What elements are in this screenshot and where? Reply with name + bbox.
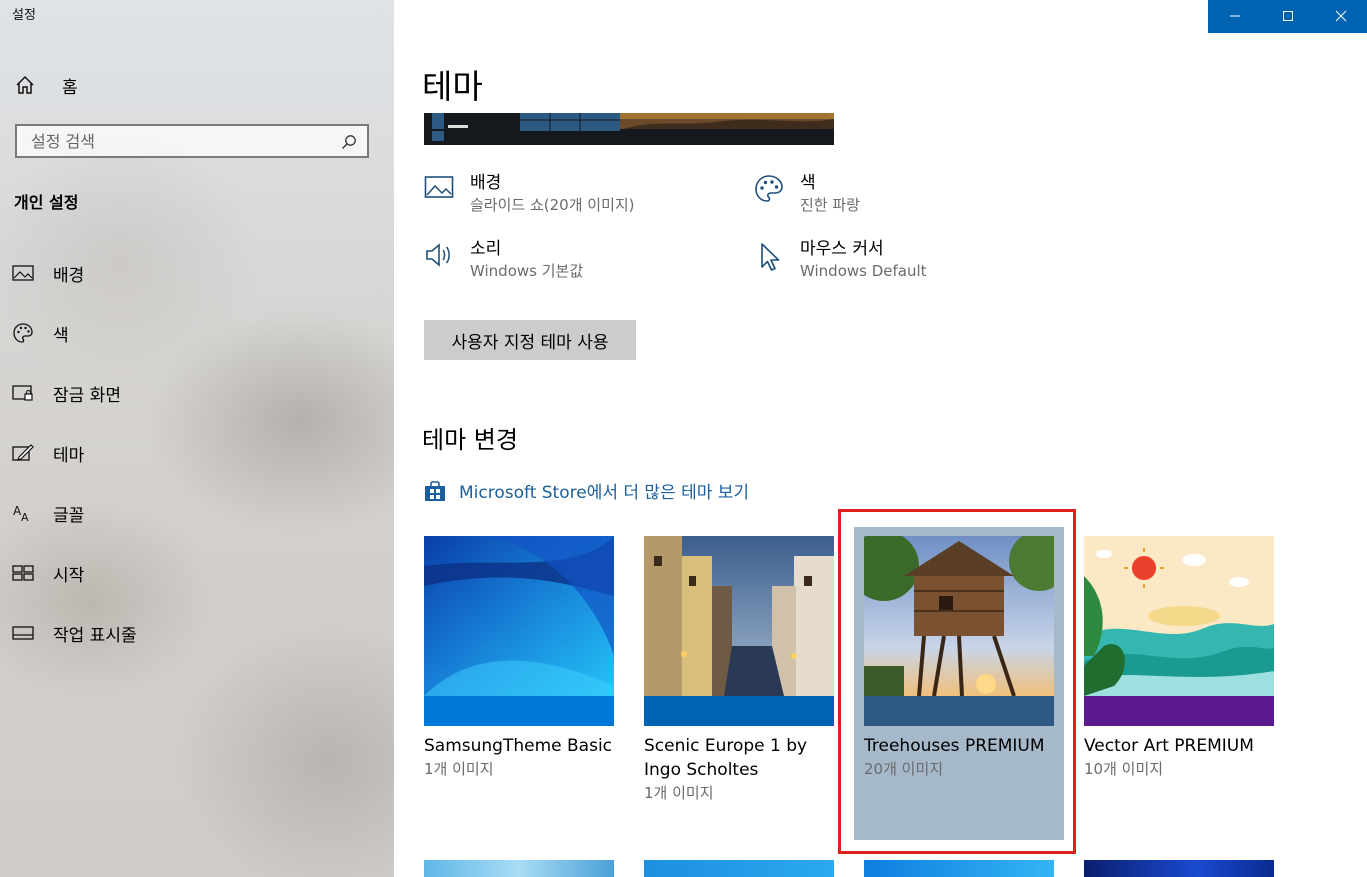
- theme-image-count: 1개 이미지: [644, 784, 714, 802]
- store-icon: [424, 480, 446, 502]
- theme-thumbnail: [424, 536, 614, 726]
- speaker-icon: [424, 240, 454, 270]
- theme-preview: [424, 113, 834, 145]
- sidebar-item-start[interactable]: 시작: [12, 557, 84, 589]
- use-custom-theme-button[interactable]: 사용자 지정 테마 사용: [424, 320, 636, 360]
- theme-thumbnail[interactable]: [424, 860, 614, 877]
- image-icon: [12, 262, 34, 284]
- sound-setting[interactable]: 소리 Windows 기본값: [424, 238, 583, 282]
- section-title: 개인 설정: [14, 193, 79, 212]
- sidebar: 설정 홈 개인 설정 배경 색 잠금 화면 테마: [0, 0, 394, 877]
- theme-image-count: 1개 이미지: [424, 760, 494, 778]
- sidebar-item-label: 시작: [53, 565, 85, 586]
- search-input[interactable]: [17, 126, 331, 156]
- theme-image-count: 10개 이미지: [1084, 760, 1164, 778]
- home-icon: [14, 74, 36, 96]
- change-theme-heading: 테마 변경: [422, 426, 518, 454]
- sidebar-item-font[interactable]: AA 글꼴: [12, 497, 84, 529]
- theme-thumbnail[interactable]: [1084, 860, 1274, 877]
- taskbar-icon: [12, 622, 34, 644]
- sidebar-item-label: 글꼴: [53, 505, 85, 526]
- cursor-setting-title: 마우스 커서: [800, 239, 884, 259]
- background-setting[interactable]: 배경 슬라이드 쇼(20개 이미지): [424, 172, 635, 216]
- theme-card-scenic-europe[interactable]: Scenic Europe 1 by Ingo Scholtes 1개 이미지: [644, 536, 834, 804]
- theme-thumbnail: [1084, 536, 1274, 726]
- font-icon: AA: [12, 502, 34, 524]
- color-setting-value: 진한 파랑: [800, 196, 860, 214]
- window-controls: [1208, 0, 1367, 33]
- palette-icon: [12, 322, 34, 344]
- minimize-button[interactable]: [1208, 0, 1261, 33]
- theme-thumbnail: [644, 536, 834, 726]
- sidebar-item-lock-screen[interactable]: 잠금 화면: [12, 377, 121, 409]
- sidebar-item-label: 잠금 화면: [53, 385, 121, 406]
- sidebar-item-label: 홈: [62, 77, 78, 98]
- minimize-icon: [1229, 7, 1241, 26]
- sidebar-item-label: 테마: [53, 445, 85, 466]
- store-link-label: Microsoft Store에서 더 많은 테마 보기: [459, 483, 750, 503]
- search-box[interactable]: [15, 124, 369, 158]
- color-setting-title: 색: [800, 173, 816, 193]
- maximize-icon: [1282, 7, 1294, 26]
- store-link[interactable]: Microsoft Store에서 더 많은 테마 보기: [424, 478, 749, 503]
- sidebar-item-taskbar[interactable]: 작업 표시줄: [12, 617, 137, 649]
- cursor-setting[interactable]: 마우스 커서 Windows Default: [754, 238, 927, 282]
- sidebar-item-background[interactable]: 배경: [12, 257, 84, 289]
- sidebar-item-theme[interactable]: 테마: [12, 437, 84, 469]
- theme-card-vector-art[interactable]: Vector Art PREMIUM 10개 이미지: [1084, 536, 1274, 780]
- app-title: 설정: [12, 8, 36, 23]
- theme-thumbnail[interactable]: [644, 860, 834, 877]
- color-setting[interactable]: 색 진한 파랑: [754, 172, 860, 216]
- cursor-icon: [754, 240, 784, 271]
- sidebar-item-label: 색: [53, 325, 69, 346]
- selection-highlight: [838, 509, 1076, 854]
- sound-setting-title: 소리: [470, 239, 502, 259]
- close-button[interactable]: [1314, 0, 1367, 33]
- theme-icon: [12, 442, 34, 464]
- palette-icon: [754, 174, 784, 204]
- background-setting-title: 배경: [470, 173, 502, 193]
- theme-name: Scenic Europe 1 by Ingo Scholtes: [644, 736, 808, 780]
- maximize-button[interactable]: [1261, 0, 1314, 33]
- sidebar-item-label: 작업 표시줄: [53, 625, 137, 646]
- background-setting-value: 슬라이드 쇼(20개 이미지): [470, 196, 635, 214]
- start-icon: [12, 562, 34, 584]
- theme-name: SamsungTheme Basic: [424, 736, 613, 756]
- theme-name: Vector Art PREMIUM: [1084, 736, 1254, 756]
- theme-thumbnail[interactable]: [864, 860, 1054, 877]
- close-icon: [1335, 7, 1347, 26]
- sidebar-item-home[interactable]: 홈: [14, 70, 78, 100]
- image-icon: [424, 174, 454, 204]
- sidebar-item-label: 배경: [53, 265, 85, 286]
- theme-card-samsung[interactable]: SamsungTheme Basic 1개 이미지: [424, 536, 614, 780]
- page-title: 테마: [422, 67, 483, 106]
- svg-text:A: A: [21, 511, 29, 523]
- sound-setting-value: Windows 기본값: [470, 262, 584, 280]
- search-icon[interactable]: [341, 134, 357, 150]
- sidebar-item-color[interactable]: 색: [12, 317, 69, 349]
- cursor-setting-value: Windows Default: [800, 262, 927, 280]
- lock-screen-icon: [12, 382, 34, 404]
